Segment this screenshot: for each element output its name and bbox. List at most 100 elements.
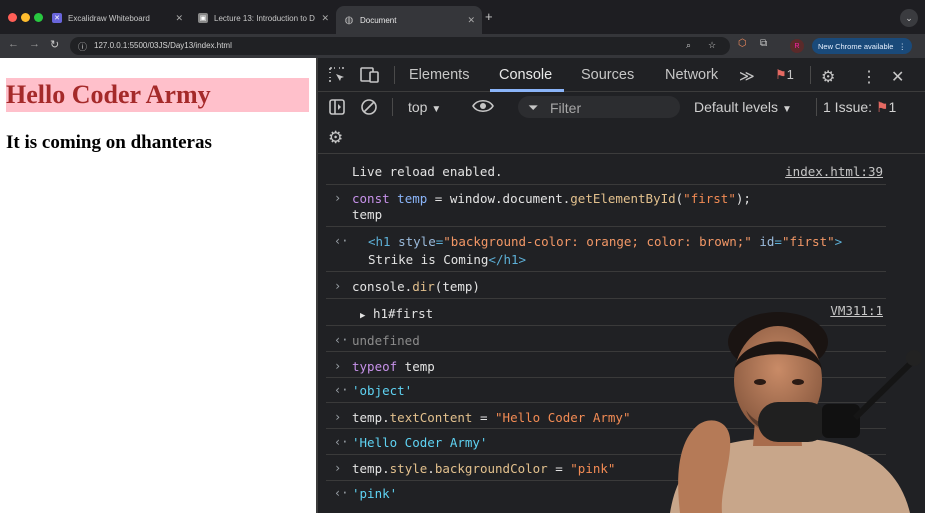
input-chevron-icon: › — [334, 359, 342, 373]
forward-arrow-icon[interactable]: → — [29, 38, 40, 50]
token: = — [472, 410, 496, 425]
settings-gear-icon[interactable]: ⚙ — [821, 67, 835, 87]
error-count: 1 — [786, 67, 794, 82]
tab-label: Excalidraw Whiteboard — [68, 13, 150, 23]
input-chevron-icon: › — [334, 191, 342, 205]
token: "Hello Coder Army" — [495, 410, 631, 425]
live-expression-eye-icon[interactable] — [472, 97, 494, 115]
more-tabs-chevron-icon[interactable]: ≫ — [739, 67, 755, 85]
profile-avatar[interactable]: R — [790, 39, 804, 53]
context-selector[interactable]: top ▼ — [408, 99, 441, 115]
token: dir — [412, 279, 435, 294]
device-toolbar-icon[interactable] — [360, 66, 380, 84]
devtools-tab-bar: Elements Console Sources Network ≫ ⚑1 ⚙ … — [318, 58, 925, 92]
microphone-boom-arm — [852, 359, 915, 421]
token: temp. — [352, 461, 390, 476]
more-vert-icon[interactable]: ⋮ — [898, 42, 906, 51]
issues-button[interactable]: 1 Issue: ⚑1 — [823, 99, 896, 116]
more-options-icon[interactable]: ⋮ — [861, 67, 877, 87]
token: const — [352, 191, 390, 206]
browser-tab-lecture[interactable]: ▣ Lecture 13: Introduction to D ✕ — [190, 7, 336, 29]
extensions-puzzle-icon[interactable]: ⧉ — [760, 38, 767, 49]
inspect-element-icon[interactable] — [328, 66, 346, 84]
issues-count: 1 — [888, 99, 897, 115]
token: console. — [352, 279, 413, 294]
result-arrow-icon: ‹· — [334, 333, 349, 347]
token: "pink" — [570, 461, 616, 476]
error-flag-icon: ⚑ — [775, 67, 787, 82]
browser-tab-excalidraw[interactable]: ✕ Excalidraw Whiteboard ✕ — [44, 7, 190, 29]
token: style — [389, 461, 428, 476]
context-label: top — [408, 99, 428, 115]
excalidraw-favicon-icon: ✕ — [52, 13, 62, 23]
input-chevron-icon: › — [334, 410, 342, 424]
error-count-badge[interactable]: ⚑1 — [775, 67, 794, 83]
result-arrow-icon: ‹· — [334, 486, 349, 500]
bookmark-star-icon[interactable]: ☆ — [708, 40, 716, 51]
divider — [394, 66, 395, 84]
zoom-icon[interactable]: ⌕ — [686, 40, 691, 51]
tab-console[interactable]: Console — [499, 67, 552, 83]
levels-label: Default levels — [694, 99, 779, 115]
clear-console-icon[interactable] — [360, 98, 378, 116]
row-divider — [326, 184, 886, 185]
issues-label: 1 Issue: — [823, 99, 873, 115]
close-tab-icon[interactable]: ✕ — [467, 15, 475, 26]
token: textContent — [389, 410, 473, 425]
token: = — [547, 461, 571, 476]
source-link[interactable]: index.html:39 — [785, 164, 883, 179]
token: temp — [397, 359, 435, 374]
close-tab-icon[interactable]: ✕ — [321, 13, 329, 24]
input-chevron-icon: › — [334, 279, 342, 293]
presenter-webcam-overlay — [670, 312, 922, 513]
token: h1#first — [372, 306, 434, 321]
page-favicon-icon: ▣ — [198, 13, 208, 23]
back-arrow-icon[interactable]: ← — [8, 38, 19, 50]
console-input: console.dir(temp) — [352, 279, 480, 294]
site-info-icon[interactable]: ⓘ — [78, 40, 87, 53]
console-input: temp.textContent = "Hello Coder Army" — [352, 410, 630, 425]
new-tab-button[interactable]: + — [485, 9, 493, 24]
sidebar-toggle-icon[interactable] — [328, 98, 346, 116]
token: backgroundColor — [434, 461, 548, 476]
tab-sources[interactable]: Sources — [581, 67, 634, 83]
reload-icon[interactable]: ↻ — [50, 38, 59, 51]
minimize-window-button[interactable] — [21, 13, 30, 22]
console-settings-row: ⚙ — [318, 122, 925, 154]
console-result: 'object' — [352, 383, 413, 398]
browser-tab-document[interactable]: ◍ Document ✕ — [336, 6, 482, 34]
address-bar[interactable]: ⓘ 127.0.0.1:5500/03JS/Day13/index.html ⌕… — [70, 37, 730, 55]
token: "first" — [683, 191, 736, 206]
close-devtools-icon[interactable]: ✕ — [891, 67, 904, 87]
token: temp. — [352, 410, 390, 425]
url-text: 127.0.0.1:5500/03JS/Day13/index.html — [94, 41, 232, 50]
close-tab-icon[interactable]: ✕ — [175, 13, 183, 24]
tab-network[interactable]: Network — [665, 67, 718, 83]
tab-search-chevron-icon[interactable]: ⌄ — [900, 9, 918, 27]
row-divider — [326, 298, 886, 299]
token: (temp) — [434, 279, 480, 294]
microphone-mount — [822, 404, 860, 438]
filter-placeholder: Filter — [550, 100, 582, 116]
maximize-window-button[interactable] — [34, 13, 43, 22]
token: style — [390, 234, 436, 249]
row-divider — [326, 226, 886, 227]
new-chrome-available-button[interactable]: New Chrome available ⋮ — [812, 38, 912, 54]
tab-elements[interactable]: Elements — [409, 67, 469, 83]
extension-icon[interactable]: ⬡ — [738, 38, 747, 49]
console-filter-input[interactable]: ⏷ Filter — [518, 96, 680, 118]
token: getElementById — [570, 191, 676, 206]
globe-icon: ◍ — [344, 14, 354, 26]
console-dir-output[interactable]: ▶ h1#first — [360, 306, 433, 321]
console-toolbar: top ▼ ⏷ Filter Default levels ▼ 1 Issue:… — [318, 92, 925, 122]
filter-funnel-icon: ⏷ — [528, 100, 539, 115]
divider — [392, 98, 393, 116]
console-result-element[interactable]: <h1 style = "background-color: orange; col… — [368, 234, 842, 249]
log-levels-dropdown[interactable]: Default levels ▼ — [694, 99, 792, 115]
console-settings-gear-icon[interactable]: ⚙ — [328, 128, 343, 148]
browser-toolbar: ← → ↻ ⓘ 127.0.0.1:5500/03JS/Day13/index.… — [0, 34, 925, 58]
expand-triangle-icon[interactable]: ▶ — [360, 311, 365, 321]
dropdown-caret-icon: ▼ — [781, 104, 792, 115]
token: ); — [735, 191, 751, 206]
close-window-button[interactable] — [8, 13, 17, 22]
